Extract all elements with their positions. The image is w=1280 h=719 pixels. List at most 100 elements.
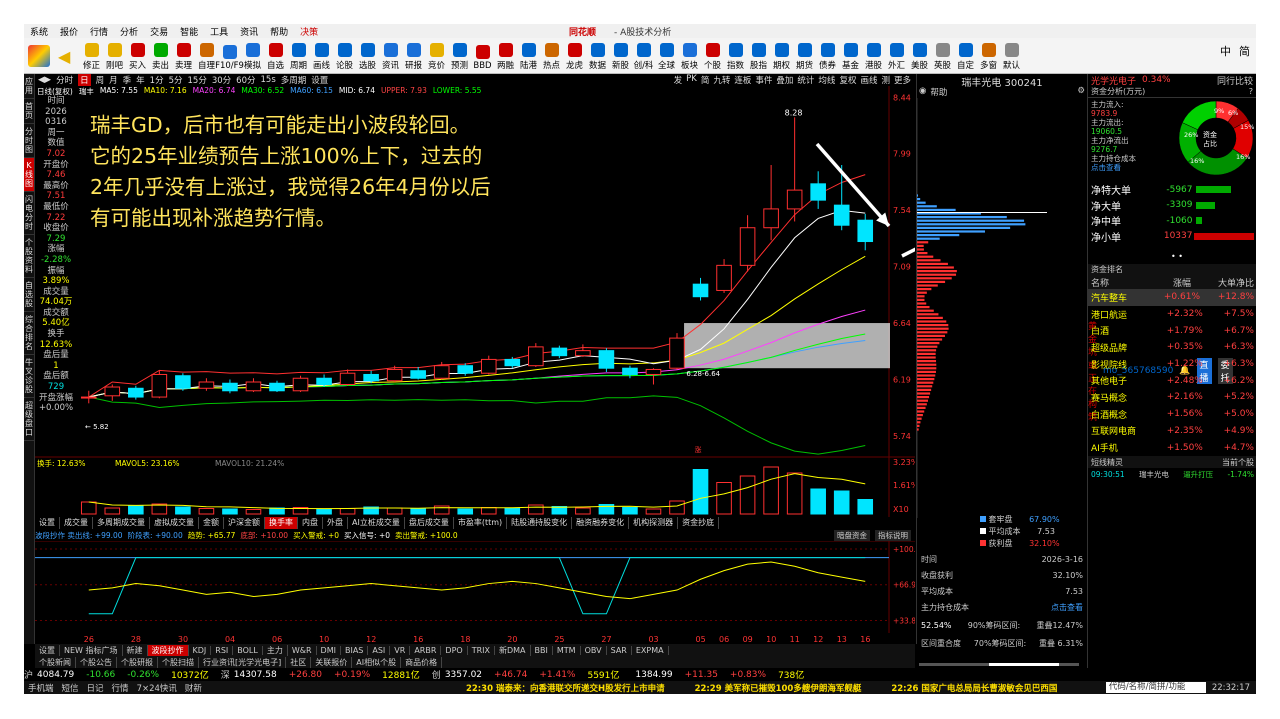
candle-body[interactable] xyxy=(386,368,403,382)
toolbar-button[interactable]: 期权 xyxy=(770,43,793,73)
indicator-tab[interactable]: DMI xyxy=(317,645,341,655)
chart-tool[interactable]: 叠加 xyxy=(776,74,793,86)
toolbar-button[interactable]: 两融 xyxy=(494,43,517,73)
bottom-link[interactable]: 手机端 xyxy=(28,682,54,694)
turnover-bar[interactable] xyxy=(833,490,850,515)
candle-body[interactable] xyxy=(786,189,803,210)
toolbar-button[interactable]: 修正 xyxy=(80,43,103,73)
indicator-tab[interactable]: BIAS xyxy=(341,645,369,655)
indicator-subtab[interactable]: 成交量 xyxy=(60,517,93,529)
pager-dots[interactable]: • • xyxy=(1091,252,1183,261)
index-cell[interactable]: 14307.58 xyxy=(234,670,277,680)
indicator-help-button[interactable]: 指标说明 xyxy=(875,529,911,541)
menu-market[interactable]: 行情 xyxy=(90,28,108,38)
indicator-subtab[interactable]: AI立桩成交量 xyxy=(348,517,405,529)
info-tab[interactable]: 行业资讯[光学光电子] xyxy=(199,656,287,668)
chart-tool[interactable]: 测 xyxy=(881,74,890,86)
turnover-bar[interactable] xyxy=(810,488,826,515)
turnover-bar[interactable] xyxy=(80,501,97,515)
info-tab[interactable]: AI相似个股 xyxy=(352,656,402,668)
turnover-bar[interactable] xyxy=(763,466,779,515)
info-tab[interactable]: 关联报价 xyxy=(311,656,353,668)
candle-body[interactable] xyxy=(575,350,591,357)
candle-body[interactable] xyxy=(269,382,285,392)
toolbar-button[interactable]: 个股 xyxy=(701,43,724,73)
menu-tools[interactable]: 工具 xyxy=(210,28,228,38)
side-tab[interactable]: 超级盘口 xyxy=(24,398,34,441)
toolbar-button[interactable]: 卖理 xyxy=(172,43,195,73)
index-cell[interactable]: 1384.99 xyxy=(635,670,672,680)
toolbar-button[interactable]: 创/科 xyxy=(632,43,655,73)
rank-row[interactable]: 汽车整车 +0.61% +12.8% xyxy=(1088,289,1256,306)
turnover-bar[interactable] xyxy=(410,508,426,515)
chart-tool[interactable]: PK xyxy=(686,74,697,86)
turnover-bar[interactable] xyxy=(504,507,521,515)
rank-row[interactable]: 赛马概念 +2.16% +5.2% xyxy=(1088,389,1256,406)
turnover-bar[interactable] xyxy=(198,508,215,515)
col-change[interactable]: 涨幅 xyxy=(1173,276,1191,289)
info-tab[interactable]: 个股公告 xyxy=(76,656,117,668)
col-netratio[interactable]: 大单净比 xyxy=(1218,276,1254,289)
toolbar-button[interactable]: 英股 xyxy=(931,43,954,73)
indicator-tab[interactable]: ASI xyxy=(368,645,391,655)
candle-body[interactable] xyxy=(504,358,521,367)
indicator-tab[interactable]: 新建 xyxy=(123,644,148,656)
turnover-bar[interactable] xyxy=(386,507,403,515)
side-tab[interactable]: 首页 xyxy=(24,99,34,124)
toolbar-button[interactable]: 陆港 xyxy=(517,43,540,73)
turnover-bar[interactable] xyxy=(480,507,497,515)
chart-tool[interactable]: 统计 xyxy=(797,74,814,86)
indicator-subtab[interactable]: 金额 xyxy=(199,517,224,529)
chart-tool[interactable]: 九转 xyxy=(713,74,730,86)
period-tab[interactable]: 分时 xyxy=(56,74,73,86)
stock-title[interactable]: 瑞丰光电 300241 xyxy=(917,74,1087,89)
toolbar-button[interactable]: 资讯 xyxy=(379,43,402,73)
indicator-tab[interactable]: KDJ xyxy=(189,645,212,655)
indicator-subtab[interactable]: 外盘 xyxy=(323,517,348,529)
dark-fund-button[interactable]: 暗盘资金 xyxy=(834,529,870,541)
rank-row[interactable]: 港口航运 +2.32% +7.5% xyxy=(1088,306,1256,323)
toolbar-button[interactable]: 预测 xyxy=(448,43,471,73)
wizard-title[interactable]: 短线精灵 xyxy=(1091,457,1123,468)
period-tab[interactable]: 周 xyxy=(96,74,105,86)
wizard-stock[interactable]: 瑞丰光电 xyxy=(1139,469,1169,480)
indicator-subtab[interactable]: 市盈率(ttm) xyxy=(454,517,508,529)
candle-body[interactable] xyxy=(80,396,97,399)
menu-help[interactable]: 帮助 xyxy=(270,28,288,38)
candle-body[interactable] xyxy=(598,350,615,369)
indicator-subtab[interactable]: 资金抄底 xyxy=(678,517,720,529)
candle-body[interactable] xyxy=(433,365,450,379)
toolbar-button[interactable]: 新股 xyxy=(609,43,632,73)
turnover-bar[interactable] xyxy=(457,508,474,515)
turnover-bar[interactable] xyxy=(528,504,544,515)
turnover-bar[interactable] xyxy=(339,508,356,515)
turnover-bar[interactable] xyxy=(739,475,756,515)
indicator-tab[interactable]: SAR xyxy=(607,645,632,655)
period-tab[interactable]: 年 xyxy=(136,74,145,86)
side-tab[interactable]: 分时图 xyxy=(24,124,34,158)
toolbar-button[interactable]: 港股 xyxy=(862,43,885,73)
indicator-subtab[interactable]: 融资融券变化 xyxy=(572,517,630,529)
chart-tool[interactable]: 发 xyxy=(674,74,683,86)
bottom-link[interactable]: 财新 xyxy=(185,682,202,694)
candle-body[interactable] xyxy=(316,377,332,386)
help-icon[interactable]: ◉ xyxy=(919,86,926,98)
candle-body[interactable] xyxy=(222,382,238,392)
chart-tool[interactable]: 更多 xyxy=(894,74,911,86)
menu-news[interactable]: 资讯 xyxy=(240,28,258,38)
indicator-subtab[interactable]: 多周期成交量 xyxy=(93,517,150,529)
toolbar-button[interactable]: 模拟 xyxy=(241,43,264,73)
chart-tool[interactable]: 事件 xyxy=(755,74,772,86)
period-tab[interactable]: 日 xyxy=(78,74,91,86)
hold-link[interactable]: 点击查看 xyxy=(1091,163,1136,172)
indicator-tab[interactable]: MTM xyxy=(553,645,581,655)
toolbar-button[interactable]: 竞价 xyxy=(425,43,448,73)
rank-row[interactable]: 白酒 +1.79% +6.7% xyxy=(1088,322,1256,339)
turnover-bar[interactable] xyxy=(316,508,332,515)
turnover-bar[interactable] xyxy=(857,499,874,515)
period-tab[interactable]: 1分 xyxy=(150,74,164,86)
turnover-bar[interactable] xyxy=(669,500,685,515)
turnover-bar[interactable] xyxy=(104,507,121,515)
indicator-subtab[interactable]: 虚拟成交量 xyxy=(150,517,199,529)
candle-body[interactable] xyxy=(739,227,756,266)
